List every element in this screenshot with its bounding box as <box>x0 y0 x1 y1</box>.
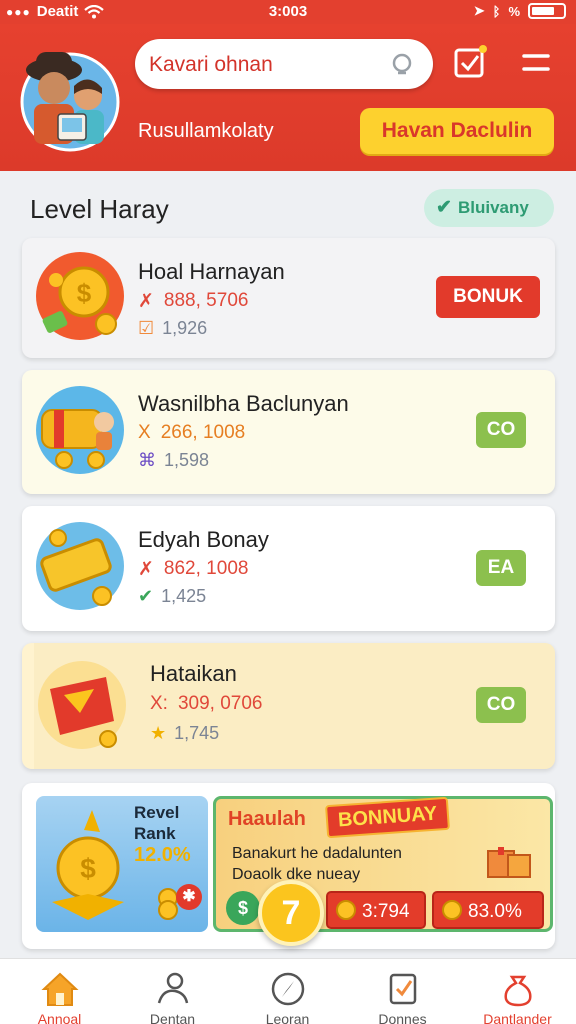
floating-action-button[interactable]: 7 <box>258 880 324 946</box>
card-title: Hataikan <box>150 661 237 686</box>
promo-badge: BONNUAY <box>324 796 451 839</box>
tag-icon: ⌘ <box>138 450 156 470</box>
card-stat-secondary: ☑ 1,926 <box>138 318 208 338</box>
battery-icon <box>528 3 566 19</box>
card-stat-primary: ✗ 888, 5706 <box>138 290 249 312</box>
card-title: Edyah Bonay <box>138 527 269 552</box>
rank-label: Revel Rank <box>134 803 180 843</box>
section-title: Level Haray <box>30 194 169 224</box>
task-list-icon[interactable] <box>452 44 488 80</box>
promo-value-chip[interactable]: 83.0% <box>432 891 544 929</box>
card-title: Hoal Harnayan <box>138 259 285 284</box>
check-circle-icon: ✔ <box>138 586 154 606</box>
rank-percent: 12.0% <box>134 844 191 866</box>
card-stat-secondary: ★ 1,745 <box>150 723 220 743</box>
promo-value-chip[interactable]: 3:794 <box>326 891 426 929</box>
nav-item-home[interactable]: Annoal <box>2 959 117 1024</box>
gold-bar-icon <box>36 522 124 610</box>
user-chart-icon <box>157 972 189 1004</box>
card-action-button[interactable]: CO <box>476 412 526 448</box>
header-cta-button[interactable]: Havan Daclulin <box>360 108 554 154</box>
home-icon <box>41 972 79 1006</box>
cross-icon: ✗ <box>138 559 154 580</box>
treasure-coins-icon <box>36 386 124 474</box>
star-icon: ★ <box>150 723 167 743</box>
coin-icon <box>442 900 462 920</box>
nav-item-profile[interactable]: Dentan <box>115 959 230 1024</box>
location-icon: ➤ <box>473 3 485 18</box>
nav-item-tasks[interactable]: Donnes <box>345 959 460 1024</box>
card-stat-primary: X: 309, 0706 <box>150 693 263 714</box>
nav-item-rewards[interactable]: Dantlander <box>460 959 575 1024</box>
level-card[interactable]: Edyah Bonay ✗ 862, 1008 ✔ 1,425 EA <box>22 506 555 631</box>
level-card[interactable]: $ Hoal Harnayan ✗ 888, 5706 ☑ 1,926 BONUK <box>22 238 555 358</box>
close-icon[interactable]: ✱ <box>176 884 202 910</box>
bottom-nav: Annoal Dentan Leoran Donnes Dantlander <box>0 958 576 1024</box>
svg-text:$: $ <box>77 278 92 308</box>
coin-bag-icon: $ <box>36 252 124 340</box>
coin-icon <box>336 900 356 920</box>
coin-icon <box>158 900 178 920</box>
card-stat-primary: X 266, 1008 <box>138 422 246 443</box>
money-bag-icon <box>504 975 532 1007</box>
promo-description: Banakurt he dadalunten Doaolk dke nueay <box>232 845 402 883</box>
status-bar: ●●● Deatit 3:003 ➤ ᛒ % <box>0 0 576 24</box>
card-title: Wasnilbha Baclunyan <box>138 391 349 416</box>
avatar[interactable] <box>20 42 120 158</box>
verified-label: Bluivany <box>458 198 529 217</box>
level-card[interactable]: Hataikan X: 309, 0706 ★ 1,745 CO <box>22 643 555 769</box>
cross-icon: ✗ <box>138 291 154 312</box>
card-stat-secondary: ⌘ 1,598 <box>138 450 210 470</box>
menu-icon[interactable] <box>518 44 554 80</box>
search-icon[interactable] <box>389 51 415 77</box>
compass-icon <box>271 972 305 1006</box>
rank-promo-card[interactable]: $ Revel Rank 12.0% ✱ <box>36 796 208 932</box>
nav-item-explore[interactable]: Leoran <box>230 959 345 1024</box>
cross-icon: X: <box>150 693 168 714</box>
card-action-button[interactable]: BONUK <box>436 276 540 318</box>
header-subtitle: Rusullamkolaty <box>138 120 274 142</box>
clipboard-icon <box>389 973 417 1005</box>
check-icon: ✔ <box>436 197 452 218</box>
gift-box-icon <box>38 661 126 749</box>
level-card[interactable]: Wasnilbha Baclunyan X 266, 1008 ⌘ 1,598 CO <box>22 370 555 494</box>
app-header: Kavari ohnan Rusullamkolaty Havan Daclul… <box>0 24 576 171</box>
rotation-lock-icon: % <box>508 3 520 19</box>
cross-icon: X <box>138 422 151 443</box>
svg-text:$: $ <box>80 853 96 884</box>
checkbox-icon: ☑ <box>138 318 155 338</box>
bluetooth-icon: ᛒ <box>492 3 501 19</box>
card-stat-primary: ✗ 862, 1008 <box>138 558 249 580</box>
coin-trophy-icon: $ <box>52 810 124 920</box>
search-input[interactable]: Kavari ohnan <box>149 53 273 77</box>
promo-title: Haaulah <box>228 808 306 830</box>
card-action-button[interactable]: EA <box>476 550 526 586</box>
card-stat-secondary: ✔ 1,425 <box>138 586 207 606</box>
verified-badge[interactable]: ✔ Bluivany <box>424 189 554 227</box>
dollar-badge-icon: $ <box>226 891 260 925</box>
card-action-button[interactable]: CO <box>476 687 526 723</box>
gift-icon <box>487 847 531 878</box>
search-bar[interactable]: Kavari ohnan <box>135 39 433 89</box>
